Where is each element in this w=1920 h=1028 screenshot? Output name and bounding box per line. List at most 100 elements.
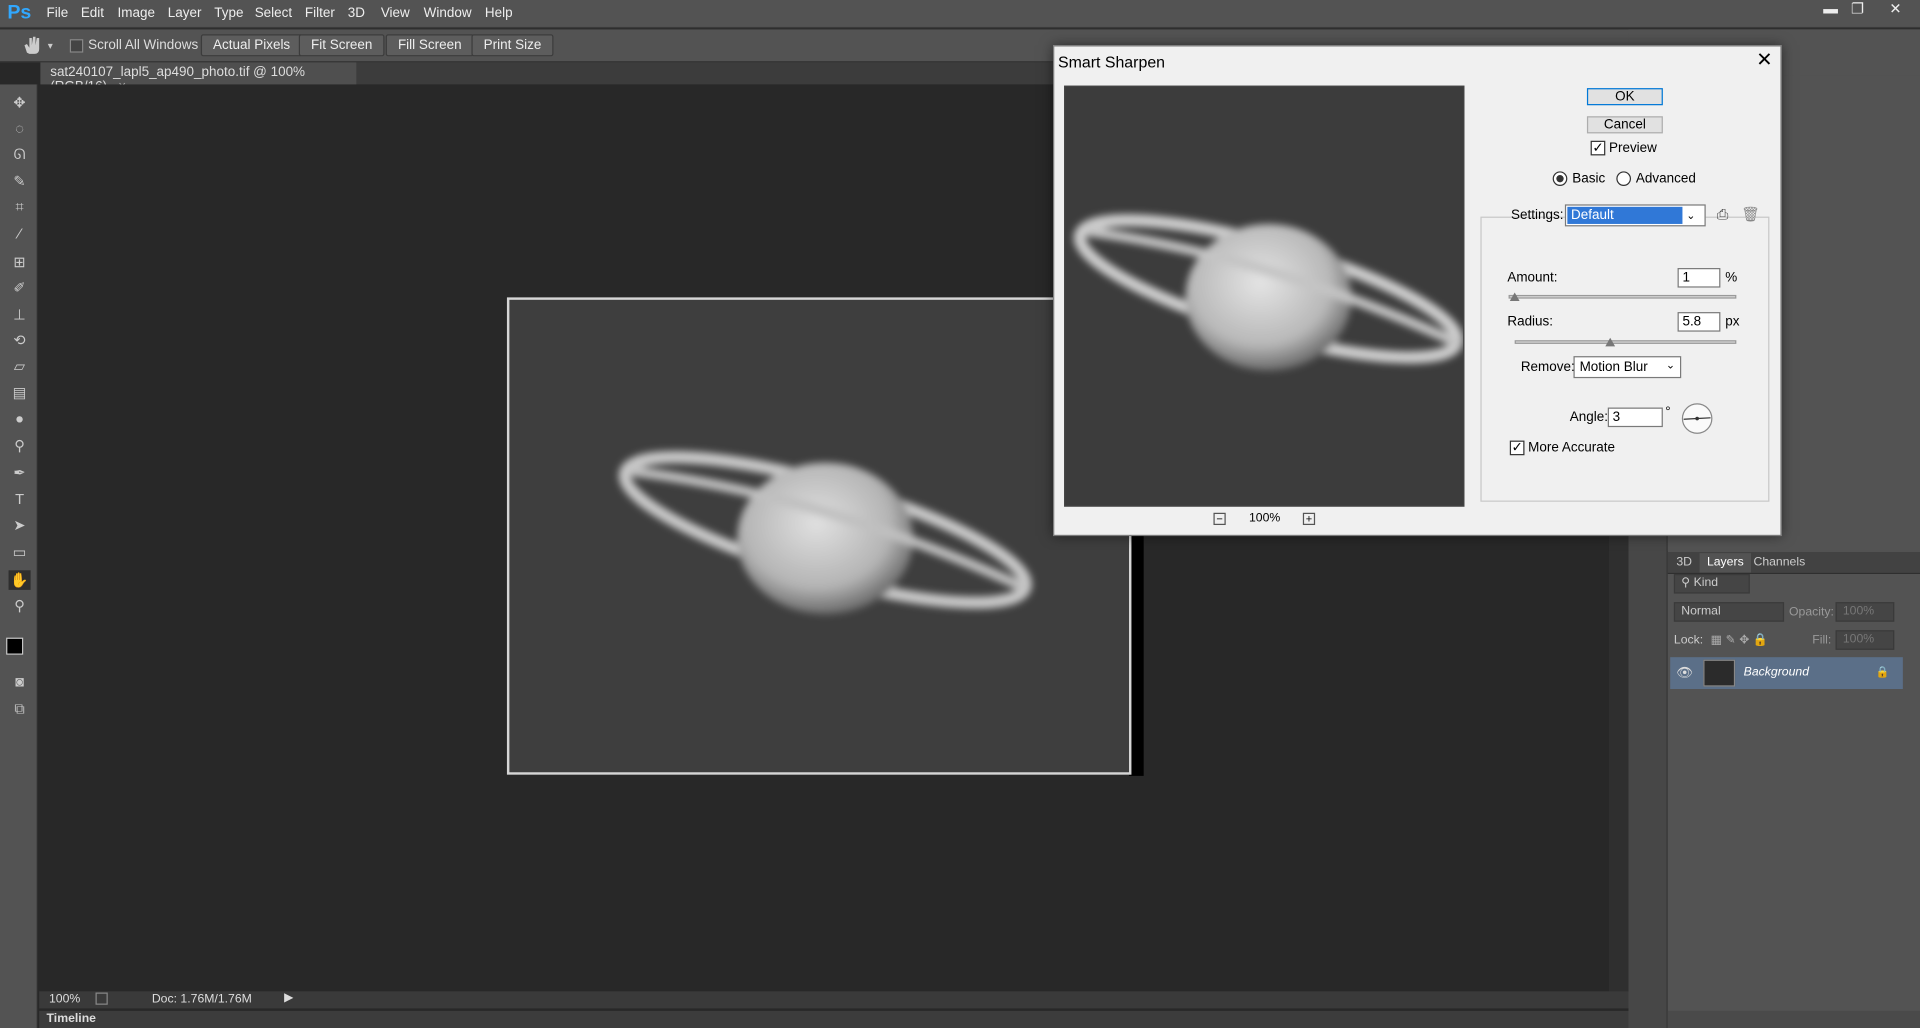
menu-view[interactable]: View [381,6,410,21]
close-icon[interactable]: ✕ [1752,49,1776,73]
scroll-all-windows-checkbox[interactable] [69,39,84,53]
visibility-eye-icon[interactable]: 👁 [1676,665,1693,681]
advanced-label: Advanced [1635,171,1696,187]
type-tool-icon[interactable]: T [9,490,31,510]
amount-slider-thumb[interactable] [1509,292,1520,302]
tool-preset-chevron-icon[interactable]: ▾ [48,40,53,51]
healing-brush-tool-icon[interactable]: ⊞ [9,252,31,272]
photoshop-logo: Ps [7,2,32,24]
fill-field[interactable]: 100% [1835,630,1895,650]
restore-icon[interactable]: ❐ [1844,0,1871,20]
brush-tool-icon[interactable]: ✐ [9,278,31,298]
status-menu-icon[interactable] [95,992,108,1005]
hand-tool-icon[interactable] [21,34,43,56]
fill-value: 100% [1842,632,1875,647]
lasso-tool-icon[interactable]: ᘏ [9,144,31,164]
save-preset-icon[interactable]: ⎙ [1717,206,1729,224]
lock-icons[interactable]: ▦ ✎ ✥ 🔒 [1711,634,1769,647]
zoom-level[interactable]: 100% [49,993,80,1006]
menu-select[interactable]: Select [255,6,292,21]
eyedropper-tool-icon[interactable]: ⁄ [9,224,31,244]
delete-preset-icon[interactable]: 🗑 [1741,206,1760,223]
gradient-tool-icon[interactable]: ▤ [9,383,31,403]
menu-bar: Ps File Edit Image Layer Type Select Fil… [0,0,1920,29]
print-size-button[interactable]: Print Size [471,34,554,57]
dodge-tool-icon[interactable]: ⚲ [9,436,31,456]
opacity-label: Opacity: [1788,605,1834,620]
minimize-icon[interactable]: ▬ [1817,0,1844,20]
status-expand-icon[interactable]: ▶ [284,991,293,1004]
opacity-field[interactable]: 100% [1835,602,1895,622]
layer-name[interactable]: Background [1744,666,1809,679]
menu-file[interactable]: File [47,6,69,21]
move-tool-icon[interactable]: ✥ [9,93,31,113]
radius-unit: px [1725,314,1740,330]
radius-slider-thumb[interactable] [1605,337,1616,347]
kind-label: Kind [1693,576,1719,590]
quick-mask-icon[interactable]: ◙ [9,672,31,692]
zoom-in-icon[interactable]: + [1302,512,1316,526]
radius-input[interactable]: 5.8 [1677,312,1721,332]
amount-slider[interactable] [1508,294,1737,299]
eraser-tool-icon[interactable]: ▱ [9,356,31,376]
radius-slider[interactable] [1514,340,1737,344]
menu-window[interactable]: Window [424,6,472,21]
settings-value: Default [1567,206,1683,224]
tab-layers[interactable]: Layers [1699,553,1752,573]
crop-tool-icon[interactable]: ⌗ [9,197,31,217]
preview-image[interactable] [1064,85,1465,507]
more-accurate-checkbox[interactable]: ✓ [1509,440,1525,456]
smart-sharpen-dialog: Smart Sharpen ✕ − 100% + OK Cancel ✓ Pre… [1053,45,1782,537]
clone-stamp-tool-icon[interactable]: ⊥ [9,305,31,325]
fill-screen-button[interactable]: Fill Screen [385,34,474,57]
blend-mode-select[interactable]: Normal [1673,602,1785,622]
blur-tool-icon[interactable]: ● [9,409,31,429]
path-selection-tool-icon[interactable]: ➤ [9,515,31,535]
menu-filter[interactable]: Filter [305,6,335,21]
menu-image[interactable]: Image [118,6,155,21]
radius-label: Radius: [1507,314,1554,330]
basic-label: Basic [1572,171,1606,187]
preview-label: Preview [1608,140,1657,156]
angle-unit: ° [1665,405,1671,420]
settings-select[interactable]: Default ⌄ [1564,204,1706,227]
quick-selection-tool-icon[interactable]: ✎ [9,171,31,191]
marquee-tool-icon[interactable]: ◌ [9,119,31,139]
menu-help[interactable]: Help [485,6,513,21]
menu-type[interactable]: Type [214,6,243,21]
close-window-icon[interactable]: ✕ [1882,0,1909,20]
fit-screen-button[interactable]: Fit Screen [298,34,385,57]
advanced-radio[interactable] [1616,171,1632,187]
tab-channels[interactable]: Channels [1746,553,1812,573]
chevron-down-icon: ⌄ [1686,209,1696,222]
amount-input[interactable]: 1 [1677,268,1721,288]
timeline-tab[interactable]: Timeline [47,1012,96,1025]
menu-layer[interactable]: Layer [168,6,202,21]
zoom-tool-icon[interactable]: ⚲ [9,596,31,616]
ok-button[interactable]: OK [1586,88,1663,106]
tab-3d[interactable]: 3D [1669,553,1699,573]
actual-pixels-button[interactable]: Actual Pixels [200,34,303,57]
search-icon: ⚲ [1681,576,1694,590]
screen-mode-icon[interactable]: ⧉ [9,699,31,719]
foreground-color-swatch[interactable] [6,637,24,655]
remove-value: Motion Blur [1579,359,1648,375]
angle-dial[interactable] [1680,401,1714,435]
document-image[interactable] [506,297,1132,775]
cancel-button[interactable]: Cancel [1586,116,1663,134]
zoom-out-icon[interactable]: − [1213,512,1226,526]
layer-filter-kind-select[interactable]: ⚲ Kind [1673,573,1750,594]
basic-radio[interactable] [1552,171,1568,187]
timeline-panel[interactable]: Timeline [39,1010,1629,1028]
hand-tool-active-icon[interactable]: ✋ [8,570,31,590]
angle-input[interactable]: 3 [1607,407,1663,428]
document-tab[interactable]: sat240107_lapl5_ap490_photo.tif @ 100% (… [40,62,357,94]
rectangle-tool-icon[interactable]: ▭ [9,542,31,562]
menu-edit[interactable]: Edit [81,6,104,21]
preview-checkbox[interactable]: ✓ [1590,140,1606,156]
more-accurate-label: More Accurate [1528,440,1616,456]
remove-select[interactable]: Motion Blur ⌄ [1573,356,1682,379]
menu-3d[interactable]: 3D [348,6,365,21]
pen-tool-icon[interactable]: ✒ [9,463,31,483]
history-brush-tool-icon[interactable]: ⟲ [9,330,31,350]
